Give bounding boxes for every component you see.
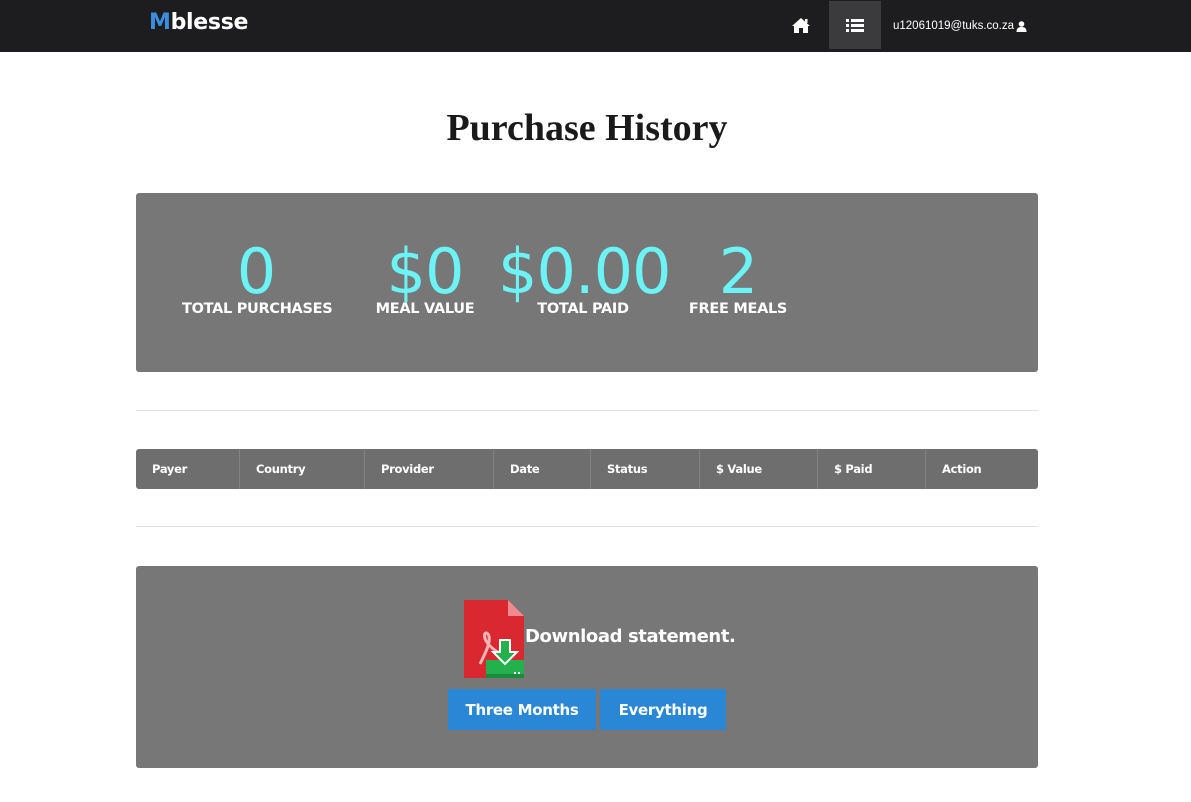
- stat-meal-value: $0 MEAL VALUE: [372, 235, 478, 318]
- page-title: Purchase History: [446, 107, 728, 149]
- stat-free-meals: 2 FREE MEALS: [688, 235, 788, 318]
- menu-button[interactable]: [829, 1, 881, 49]
- stat-total-purchases: 0 TOTAL PURCHASES: [182, 235, 333, 318]
- column-header-payer[interactable]: Payer: [136, 449, 240, 489]
- three-months-button[interactable]: Three Months: [448, 689, 596, 730]
- brand-logo[interactable]: Mblesse: [149, 10, 248, 35]
- stat-value: $0.00: [498, 235, 672, 308]
- pdf-download-icon: [464, 600, 524, 678]
- brand-logo-m: M: [149, 10, 171, 35]
- user-icon: [1016, 20, 1027, 32]
- divider: [136, 526, 1038, 527]
- column-header-value[interactable]: $ Value: [700, 449, 818, 489]
- stat-total-paid: $0.00 TOTAL PAID: [498, 235, 672, 318]
- stat-label: TOTAL PURCHASES: [182, 301, 333, 317]
- stat-value: 2: [718, 235, 758, 308]
- column-header-status[interactable]: Status: [591, 449, 700, 489]
- download-statement-panel: Download statement. Three Months Everyth…: [136, 566, 1038, 768]
- stat-value: $0: [386, 235, 465, 308]
- home-icon: [792, 17, 810, 33]
- list-icon: [846, 18, 864, 32]
- stat-label: MEAL VALUE: [375, 301, 475, 317]
- stats-panel: 0 TOTAL PURCHASES $0 MEAL VALUE $0.00 TO…: [136, 193, 1038, 372]
- column-header-provider[interactable]: Provider: [365, 449, 494, 489]
- column-header-action[interactable]: Action: [926, 449, 1038, 489]
- column-header-paid[interactable]: $ Paid: [818, 449, 926, 489]
- home-button[interactable]: [779, 1, 823, 49]
- user-account-link[interactable]: u12061019@tuks.co.za: [893, 17, 1027, 35]
- brand-logo-text: blesse: [170, 10, 249, 35]
- divider: [136, 410, 1038, 411]
- purchase-table-header: Payer Country Provider Date Status $ Val…: [136, 449, 1038, 489]
- download-statement-text: Download statement.: [525, 626, 736, 647]
- top-navbar: Mblesse u12061019@tuks.co.za: [0, 0, 1191, 52]
- column-header-country[interactable]: Country: [240, 449, 365, 489]
- stat-label: FREE MEALS: [688, 301, 788, 317]
- column-header-date[interactable]: Date: [494, 449, 591, 489]
- stat-value: 0: [236, 235, 276, 308]
- user-email: u12061019@tuks.co.za: [893, 20, 1015, 32]
- everything-button[interactable]: Everything: [600, 689, 726, 730]
